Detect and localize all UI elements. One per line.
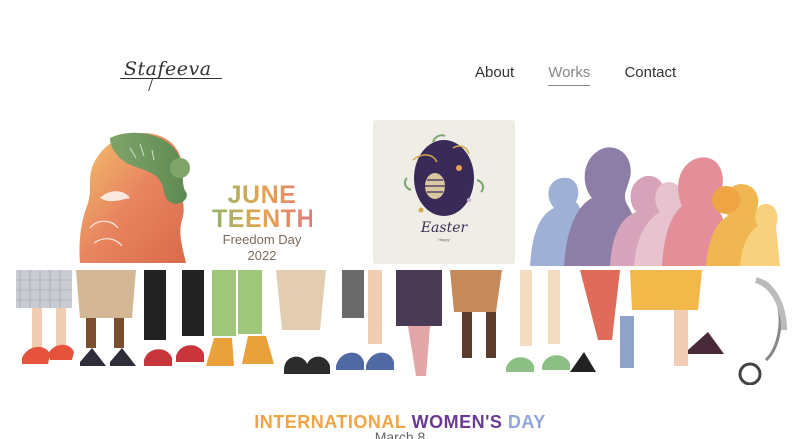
juneteenth-line1: JUNE (212, 183, 312, 208)
juneteenth-line3: Freedom Day (222, 232, 302, 247)
nav-contact[interactable]: Contact (624, 64, 676, 86)
nav-about[interactable]: About (475, 64, 514, 86)
main-nav: About Works Contact (475, 64, 676, 86)
easter-subtitle: Happy (438, 237, 450, 242)
work-juneteenth[interactable]: JUNE TEENTH Freedom Day 2022 (70, 128, 315, 268)
logo-flourish (148, 79, 154, 91)
easter-title: Easter (420, 220, 468, 236)
legs-illustration-banner[interactable] (16, 270, 788, 385)
juneteenth-caption: JUNE TEENTH Freedom Day 2022 (212, 183, 315, 263)
work-easter[interactable]: Easter Happy (373, 120, 515, 264)
site-header: Stafeeva About Works Contact (0, 0, 800, 110)
logo[interactable]: Stafeeva (120, 52, 222, 96)
juneteenth-line4: 2022 (247, 248, 277, 263)
work-womens-silhouettes[interactable] (530, 136, 780, 266)
works-gallery: JUNE TEENTH Freedom Day 2022 Easter Happ… (0, 118, 800, 268)
easter-egg-illustration (403, 134, 485, 216)
women-silhouettes-illustration (530, 147, 780, 266)
juneteenth-line2: TEENTH (212, 205, 315, 233)
logo-text: Stafeeva (124, 58, 212, 80)
womens-day-date: March 8 (374, 429, 426, 439)
nav-works[interactable]: Works (548, 64, 591, 86)
logo-underline (120, 78, 222, 79)
